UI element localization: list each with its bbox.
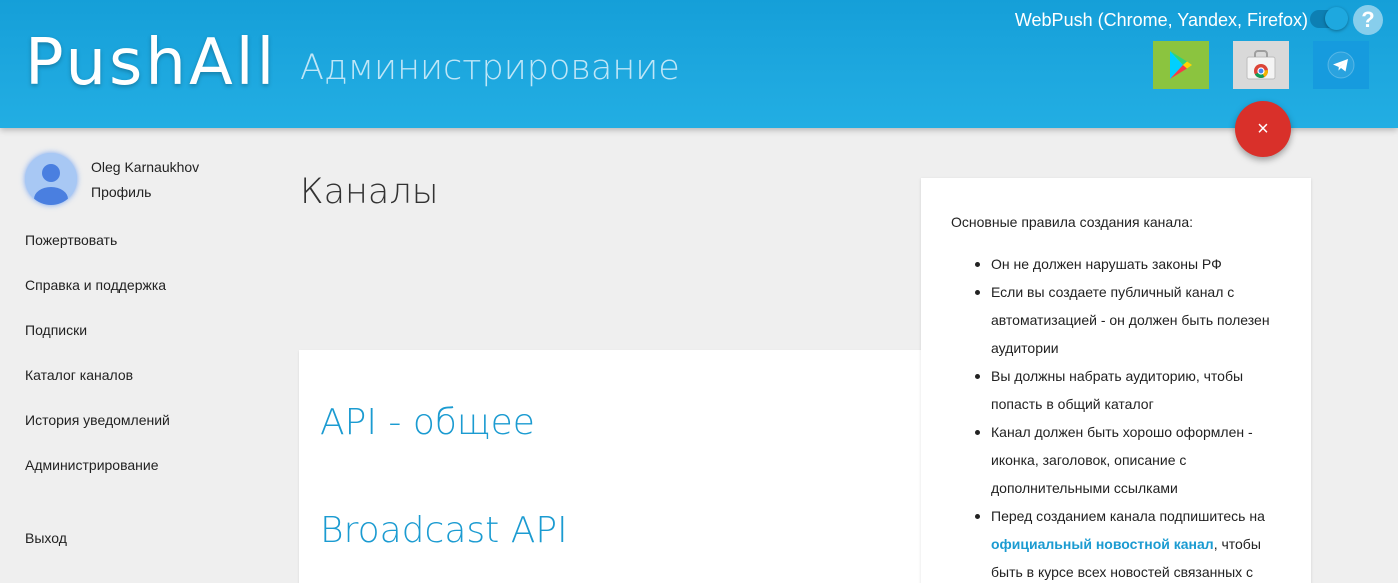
chrome-webstore-button[interactable]	[1233, 41, 1289, 89]
user-name: Oleg Karnaukhov	[91, 159, 200, 175]
user-avatar-icon	[25, 153, 77, 205]
api-general-link[interactable]: API - общее	[320, 401, 535, 445]
news-channel-link[interactable]: официальный новостной канал	[991, 536, 1214, 552]
webpush-toggle-knob[interactable]	[1325, 7, 1348, 30]
sidebar-item-donate[interactable]: Пожертвовать	[25, 231, 117, 249]
broadcast-api-link[interactable]: Broadcast API	[320, 509, 568, 553]
sidebar-item-subscriptions[interactable]: Подписки	[25, 321, 87, 339]
webpush-label: WebPush (Chrome, Yandex, Firefox)	[1014, 10, 1308, 30]
help-icon[interactable]: ?	[1353, 5, 1383, 35]
sidebar-item-catalog[interactable]: Каталог каналов	[25, 366, 133, 384]
rules-intro: Основные правила создания канала:	[951, 214, 1194, 230]
list-item: Перед созданием канала подпишитесь на офи…	[973, 502, 1283, 583]
google-play-button[interactable]	[1153, 41, 1209, 89]
sidebar-item-history[interactable]: История уведомлений	[25, 411, 170, 429]
sidebar-item-logout[interactable]: Выход	[25, 529, 67, 547]
telegram-icon	[1327, 51, 1355, 79]
list-item: Он не должен нарушать законы РФ	[973, 250, 1283, 278]
page-title: Каналы	[300, 172, 439, 212]
sidebar-item-admin[interactable]: Администрирование	[25, 456, 159, 474]
site-logo[interactable]: PushAll	[25, 26, 277, 100]
rule-text: Перед созданием канала подпишитесь на	[991, 508, 1265, 524]
section-subtitle: Администрирование	[300, 48, 680, 88]
profile-link[interactable]: Профиль	[91, 183, 151, 201]
rules-list: Он не должен нарушать законы РФ Если вы …	[973, 250, 1283, 583]
list-item: Вы должны набрать аудиторию, чтобы попас…	[973, 362, 1283, 418]
google-play-icon	[1170, 51, 1192, 79]
telegram-button[interactable]	[1313, 41, 1369, 89]
sidebar-item-help[interactable]: Справка и поддержка	[25, 276, 166, 294]
list-item: Канал должен быть хорошо оформлен - икон…	[973, 418, 1283, 502]
close-fab-button[interactable]: ×	[1235, 101, 1291, 157]
avatar[interactable]	[25, 153, 77, 205]
chrome-webstore-icon	[1246, 50, 1276, 80]
list-item: Если вы создаете публичный канал с автом…	[973, 278, 1283, 362]
